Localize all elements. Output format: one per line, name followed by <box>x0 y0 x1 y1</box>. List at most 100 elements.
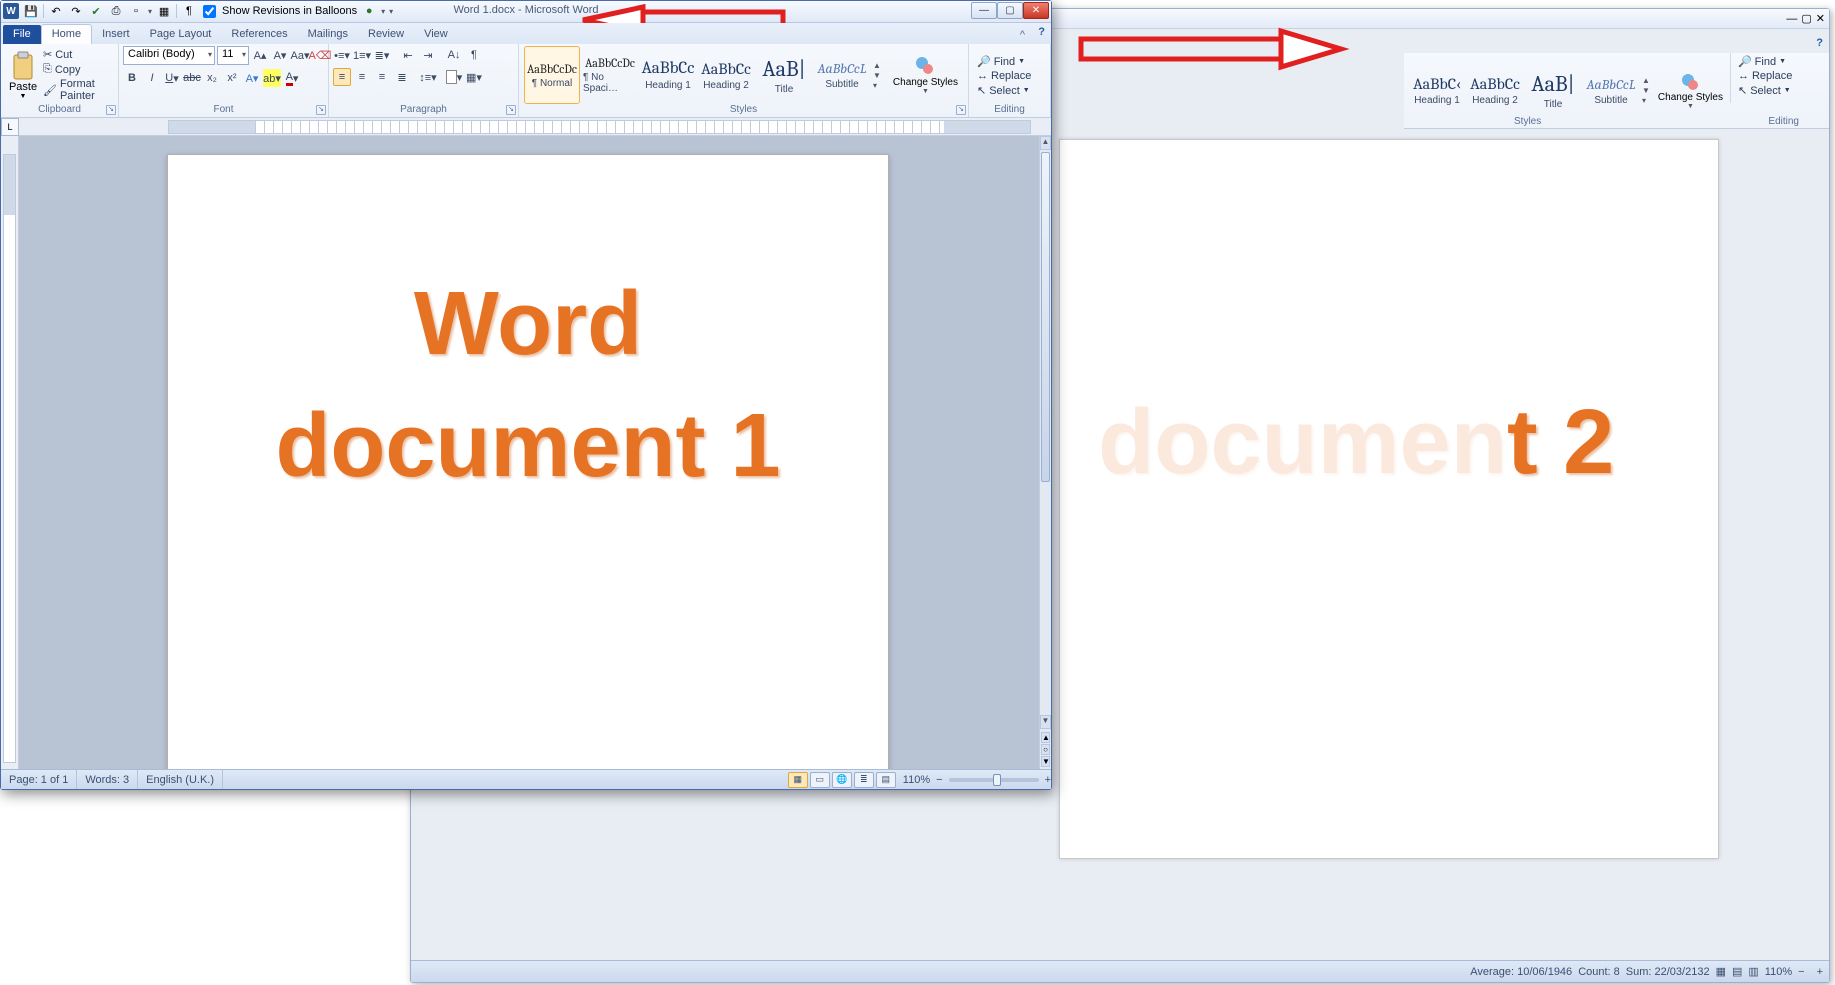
bold-icon[interactable]: B <box>123 69 141 87</box>
scroll-down-icon[interactable]: ▼ <box>1040 715 1051 729</box>
close-button-2[interactable]: ✕ <box>1816 12 1825 25</box>
clipboard-dialog-launcher[interactable]: ↘ <box>106 105 116 115</box>
find-button-2[interactable]: 🔎 Find ▼ <box>1738 55 1792 68</box>
zoom-in-1[interactable]: + <box>1045 774 1051 786</box>
multilevel-icon[interactable]: ≣▾ <box>373 46 391 64</box>
scroll-up-icon[interactable]: ▲ <box>1040 136 1051 150</box>
paste-button[interactable]: Paste▼ <box>5 49 41 102</box>
styles-scroll-down[interactable]: ▼ <box>873 71 881 80</box>
tab-file[interactable]: File <box>3 25 41 44</box>
highlight-icon[interactable]: ab▾ <box>263 69 281 87</box>
select-button[interactable]: ↖ Select▼ <box>977 84 1031 97</box>
vertical-scrollbar[interactable]: ▲ ▼ ▲ ○ ▼ <box>1039 136 1051 769</box>
superscript-icon[interactable]: x² <box>223 69 241 87</box>
next-page-icon[interactable]: ▼ <box>1041 756 1050 767</box>
align-right-icon[interactable]: ≡ <box>373 68 391 86</box>
paragraph-dialog-launcher[interactable]: ↘ <box>506 105 516 115</box>
line-spacing-icon[interactable]: ↕≡▾ <box>419 68 437 86</box>
styles-gallery-more[interactable]: ▾ <box>873 81 881 90</box>
style-no-spacing[interactable]: AaBbCcDc ¶ No Spaci… <box>582 46 638 104</box>
view-break-2[interactable]: ▥ <box>1748 965 1758 978</box>
change-case-icon[interactable]: Aa▾ <box>291 47 309 65</box>
replace-button[interactable]: ↔ Replace <box>977 70 1031 82</box>
status-words[interactable]: Words: 3 <box>77 770 138 789</box>
shrink-font-icon[interactable]: A▾ <box>271 47 289 65</box>
minimize-button-1[interactable]: — <box>971 2 997 19</box>
zoom-in-2[interactable]: + <box>1817 966 1823 978</box>
view-full-screen[interactable]: ▭ <box>810 772 830 788</box>
maximize-button-1[interactable]: ▢ <box>997 2 1023 19</box>
tab-references[interactable]: References <box>221 25 297 44</box>
justify-icon[interactable]: ≣ <box>393 68 411 86</box>
status-page[interactable]: Page: 1 of 1 <box>1 770 77 789</box>
zoom-slider-1[interactable] <box>949 778 1039 782</box>
vertical-ruler[interactable] <box>1 136 19 769</box>
zoom-out-1[interactable]: − <box>936 774 942 786</box>
tab-home[interactable]: Home <box>41 24 92 44</box>
sort-icon[interactable]: A↓ <box>445 46 463 64</box>
close-button-1[interactable]: ✕ <box>1023 2 1049 19</box>
style-title[interactable]: AaB| Title <box>756 46 812 104</box>
document-area-1[interactable]: Word document 1 <box>19 136 1039 769</box>
style-subtitle[interactable]: AaBbCcL Subtitle <box>814 46 870 104</box>
prev-page-icon[interactable]: ▲ <box>1041 732 1050 743</box>
ribbon-minimize-icon[interactable]: ^ <box>1020 29 1025 41</box>
zoom-level-2[interactable]: 110% <box>1765 966 1792 978</box>
style-normal[interactable]: AaBbCcDc ¶ Normal <box>524 46 580 104</box>
styles-more-2[interactable]: ▾ <box>1642 96 1650 105</box>
cut-button[interactable]: ✂ Cut <box>43 48 114 61</box>
font-dialog-launcher[interactable]: ↘ <box>316 105 326 115</box>
font-color-icon[interactable]: A▾ <box>283 69 301 87</box>
help-icon-1[interactable]: ? <box>1038 26 1045 38</box>
subscript-icon[interactable]: x₂ <box>203 69 221 87</box>
status-language[interactable]: English (U.K.) <box>138 770 223 789</box>
styles-scroll-up[interactable]: ▲ <box>873 61 881 70</box>
style-heading1-2[interactable]: AaBbC‹ Heading 1 <box>1409 62 1465 120</box>
text-effects-icon[interactable]: A▾ <box>243 69 261 87</box>
style-title-2[interactable]: AaB| Title <box>1525 62 1581 120</box>
titlebar-1[interactable]: W 💾 ↶ ↷ ✔ ⎙ ▫ ▾ ▦ ¶ Show Revisions in Ba… <box>1 1 1051 23</box>
shading-icon[interactable]: ▾ <box>445 68 463 86</box>
help-icon-2[interactable]: ? <box>1816 37 1823 49</box>
tab-mailings[interactable]: Mailings <box>298 25 358 44</box>
tab-selector[interactable]: L <box>1 118 19 136</box>
italic-icon[interactable]: I <box>143 69 161 87</box>
strike-icon[interactable]: abc <box>183 69 201 87</box>
view-layout-2[interactable]: ▤ <box>1732 965 1742 978</box>
align-center-icon[interactable]: ≡ <box>353 68 371 86</box>
style-heading2[interactable]: AaBbCc Heading 2 <box>698 46 754 104</box>
clear-format-icon[interactable]: A⌫ <box>311 47 329 65</box>
minimize-button-2[interactable]: — <box>1786 13 1797 25</box>
indent-icon[interactable]: ⇥ <box>419 46 437 64</box>
bullets-icon[interactable]: •≡▾ <box>333 46 351 64</box>
tab-view[interactable]: View <box>414 25 458 44</box>
horizontal-ruler[interactable]: L <box>1 118 1051 136</box>
borders-icon[interactable]: ▦▾ <box>465 68 483 86</box>
find-button[interactable]: 🔎 Find▼ <box>977 55 1031 68</box>
tab-page-layout[interactable]: Page Layout <box>140 25 222 44</box>
view-print-layout[interactable]: ▦ <box>788 772 808 788</box>
view-web-layout[interactable]: 🌐 <box>832 772 852 788</box>
underline-icon[interactable]: U▾ <box>163 69 181 87</box>
font-size-combo[interactable]: 11▾ <box>217 46 249 65</box>
view-normal-2[interactable]: ▦ <box>1716 965 1726 978</box>
styles-dialog-launcher[interactable]: ↘ <box>956 105 966 115</box>
show-marks-icon[interactable]: ¶ <box>465 46 483 64</box>
replace-button-2[interactable]: ↔ Replace <box>1738 70 1792 82</box>
document-page-2[interactable]: document 2 <box>1059 139 1719 859</box>
styles-scroll-up-2[interactable]: ▲ <box>1642 76 1650 85</box>
document-page-1[interactable]: Word document 1 <box>167 154 889 769</box>
zoom-out-2[interactable]: − <box>1798 966 1804 978</box>
browse-object-icon[interactable]: ○ <box>1041 744 1050 755</box>
format-painter-button[interactable]: 🖌 Format Painter <box>43 78 114 102</box>
zoom-level-1[interactable]: 110% <box>903 774 930 786</box>
style-heading2-2[interactable]: AaBbCc Heading 2 <box>1467 62 1523 120</box>
font-name-combo[interactable]: Calibri (Body)▾ <box>123 46 215 65</box>
numbering-icon[interactable]: 1≡▾ <box>353 46 371 64</box>
select-button-2[interactable]: ↖ Select ▼ <box>1738 84 1792 97</box>
maximize-button-2[interactable]: ▢ <box>1801 12 1811 25</box>
align-left-icon[interactable]: ≡ <box>333 68 351 86</box>
view-draft[interactable]: ▤ <box>876 772 896 788</box>
style-heading1[interactable]: AaBbCc Heading 1 <box>640 46 696 104</box>
copy-button[interactable]: ⎘ Copy <box>43 63 114 76</box>
